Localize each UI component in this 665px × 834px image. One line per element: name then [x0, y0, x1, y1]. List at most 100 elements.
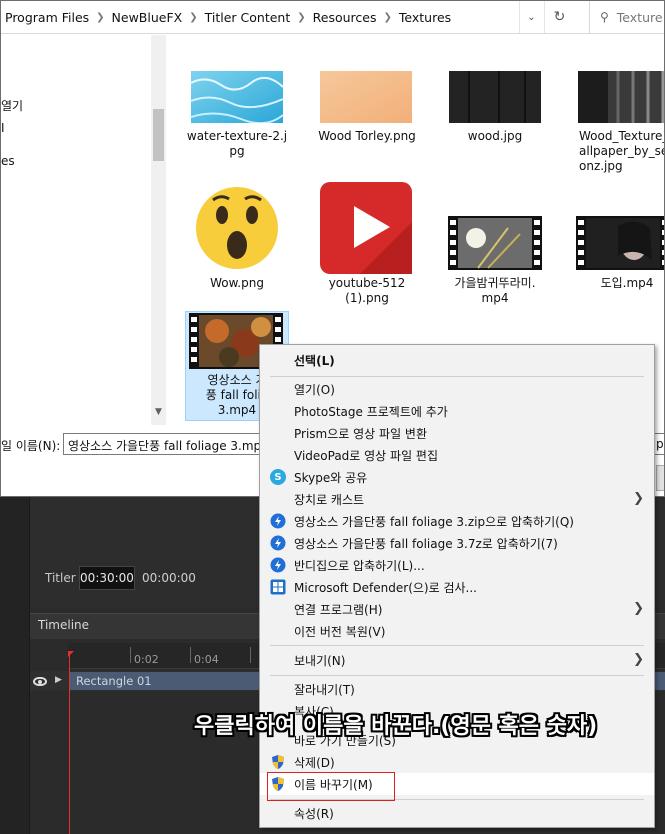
water-texture-thumbnail [191, 71, 283, 123]
menu-item-videopad[interactable]: VideoPad로 영상 파일 편집 [260, 444, 654, 466]
menu-item-label: VideoPad로 영상 파일 편집 [294, 448, 439, 463]
wood-thumbnail [449, 71, 541, 123]
chevron-right-icon[interactable]: ❯ [186, 12, 200, 23]
file-item-wow[interactable]: Wow.png [181, 177, 293, 297]
chevron-down-icon: ▼ [155, 407, 162, 417]
nav-item-partial[interactable]: I [1, 121, 5, 135]
expand-arrow-icon[interactable]: ▶ [55, 675, 62, 685]
address-dropdown-button[interactable]: ⌄ [519, 1, 543, 33]
defender-icon [270, 579, 286, 595]
menu-item-cut[interactable]: 잘라내기(T) [260, 678, 654, 700]
menu-item-label: PhotoStage 프로젝트에 추가 [294, 404, 448, 419]
menu-item-skype[interactable]: S Skype와 공유 [260, 466, 654, 488]
chevron-right-icon: ❯ [633, 652, 644, 667]
file-label: Wood_Texture_W allpaper_by_seb onz.jpg [579, 129, 664, 173]
menu-item-label: 열기(O) [294, 382, 335, 397]
file-label: water-texture-2.j pg [186, 129, 288, 158]
open-button[interactable] [656, 465, 664, 491]
breadcrumb-item[interactable]: Textures [395, 10, 455, 25]
chevron-right-icon[interactable]: ❯ [93, 12, 107, 23]
nav-scrollbar-thumb[interactable] [153, 109, 164, 161]
timecode-current-field[interactable]: 00:30:00 [79, 566, 135, 590]
bandizip-icon [270, 535, 286, 551]
menu-separator [270, 376, 644, 377]
file-item-wood-texture-wallpaper[interactable]: Wood_Texture_W allpaper_by_seb onz.jpg [571, 37, 664, 177]
nav-item-partial-2[interactable]: es [1, 154, 15, 168]
menu-item-label: 선택(L) [294, 353, 335, 368]
refresh-button[interactable]: ↻ [544, 1, 574, 33]
nav-item-open[interactable]: 열기 [1, 97, 23, 114]
refresh-icon: ↻ [553, 9, 566, 25]
file-item-wood-torley[interactable]: Wood Torley.png [311, 37, 423, 167]
context-menu: 선택(L) 열기(O) PhotoStage 프로젝트에 추가 Prism으로 … [259, 344, 655, 828]
video-intro-thumbnail [576, 216, 664, 270]
menu-item-bandizip[interactable]: 반디집으로 압축하기(L)... [260, 554, 654, 576]
menu-item-prism[interactable]: Prism으로 영상 파일 변환 [260, 422, 654, 444]
chevron-right-icon[interactable]: ❯ [380, 12, 394, 23]
ruler-tick-label: 0:04 [194, 653, 219, 666]
menu-item-cast[interactable]: 장치로 캐스트 ❯ [260, 488, 654, 510]
file-label: 가을밤귀뚜라미. mp4 [454, 276, 536, 305]
menu-item-label: 속성(R) [294, 806, 334, 821]
menu-item-open[interactable]: 열기(O) [260, 378, 654, 400]
address-bar[interactable]: Program Files ❯ NewBlueFX ❯ Titler Content ❯ R… [1, 1, 664, 34]
file-label: youtube-512 (1).png [328, 276, 406, 305]
menu-item-label: Prism으로 영상 파일 변환 [294, 426, 427, 441]
menu-item-label: 보내기(N) [294, 653, 346, 668]
navigation-pane: 열기 I es [1, 35, 151, 425]
app-left-strip [0, 497, 30, 834]
menu-item-select[interactable]: 선택(L) [260, 349, 654, 371]
breadcrumb-item[interactable]: Titler Content [201, 10, 295, 25]
filename-input[interactable]: 영상소스 가을단풍 fall foliage 3.mp4 [63, 433, 283, 455]
file-item-water-texture[interactable]: water-texture-2.j pg [181, 37, 293, 167]
scroll-down-button[interactable]: ▼ [151, 401, 166, 423]
menu-item-label: 잘라내기(T) [294, 682, 355, 697]
file-label: 도입.mp4 [600, 276, 654, 290]
wow-emoji-thumbnail [191, 182, 283, 274]
ruler-tick-line [250, 647, 251, 663]
ruler-tick-line [190, 647, 191, 663]
chevron-right-icon[interactable]: ❯ [294, 12, 308, 23]
bandizip-icon [270, 557, 286, 573]
eye-icon[interactable] [33, 677, 47, 686]
menu-item-defender[interactable]: Microsoft Defender(으)로 검사... [260, 576, 654, 598]
menu-item-label: Skype와 공유 [294, 470, 368, 485]
menu-item-label: 이전 버전 복원(V) [294, 624, 386, 639]
breadcrumb-item[interactable]: NewBlueFX [108, 10, 187, 25]
menu-separator [270, 645, 644, 646]
search-input[interactable]: ⚲ Texture [589, 1, 664, 33]
file-item-wood[interactable]: wood.jpg [439, 37, 551, 167]
menu-item-label: 장치로 캐스트 [294, 492, 365, 507]
menu-item-properties[interactable]: 속성(R) [260, 802, 654, 824]
menu-item-send-to[interactable]: 보내기(N) ❯ [260, 649, 654, 671]
menu-item-delete[interactable]: 삭제(D) [260, 751, 654, 773]
timeline-label: Timeline [38, 618, 90, 632]
menu-item-label: 삭제(D) [294, 755, 335, 770]
file-label: Wow.png [210, 276, 264, 290]
video-cricket-thumbnail [448, 216, 542, 270]
playhead-line [69, 651, 70, 834]
menu-item-label: 반디집으로 압축하기(L)... [294, 558, 425, 573]
breadcrumb-item[interactable]: Resources [309, 10, 381, 25]
skype-icon: S [270, 469, 286, 485]
file-item-intro[interactable]: 도입.mp4 [571, 177, 664, 297]
wood-wallpaper-thumbnail [578, 71, 664, 123]
ruler-tick-line [130, 647, 131, 663]
menu-item-7z[interactable]: 영상소스 가을단풍 fall foliage 3.7z로 압축하기(7) [260, 532, 654, 554]
menu-item-photostage[interactable]: PhotoStage 프로젝트에 추가 [260, 400, 654, 422]
menu-item-label: 연결 프로그램(H) [294, 602, 383, 617]
file-item-autumn-cricket[interactable]: 가을밤귀뚜라미. mp4 [439, 177, 551, 307]
bandizip-icon [270, 513, 286, 529]
youtube-thumbnail [320, 182, 412, 274]
nav-scrollbar[interactable] [151, 35, 166, 425]
chevron-right-icon: ❯ [633, 601, 644, 616]
menu-item-open-with[interactable]: 연결 프로그램(H) ❯ [260, 598, 654, 620]
filename-label: 일 이름(N): [1, 439, 61, 453]
breadcrumb-item[interactable]: Program Files [1, 10, 93, 25]
timecode-zero: 00:00:00 [142, 571, 196, 585]
subtitle-overlay: 우클릭하여 이름을 바꾼다.(영문 혹은 숫자) [194, 714, 598, 739]
file-item-youtube[interactable]: youtube-512 (1).png [311, 177, 423, 307]
menu-item-zip[interactable]: 영상소스 가을단풍 fall foliage 3.zip으로 압축하기(Q) [260, 510, 654, 532]
menu-item-restore-previous[interactable]: 이전 버전 복원(V) [260, 620, 654, 642]
file-label: wood.jpg [467, 129, 523, 143]
